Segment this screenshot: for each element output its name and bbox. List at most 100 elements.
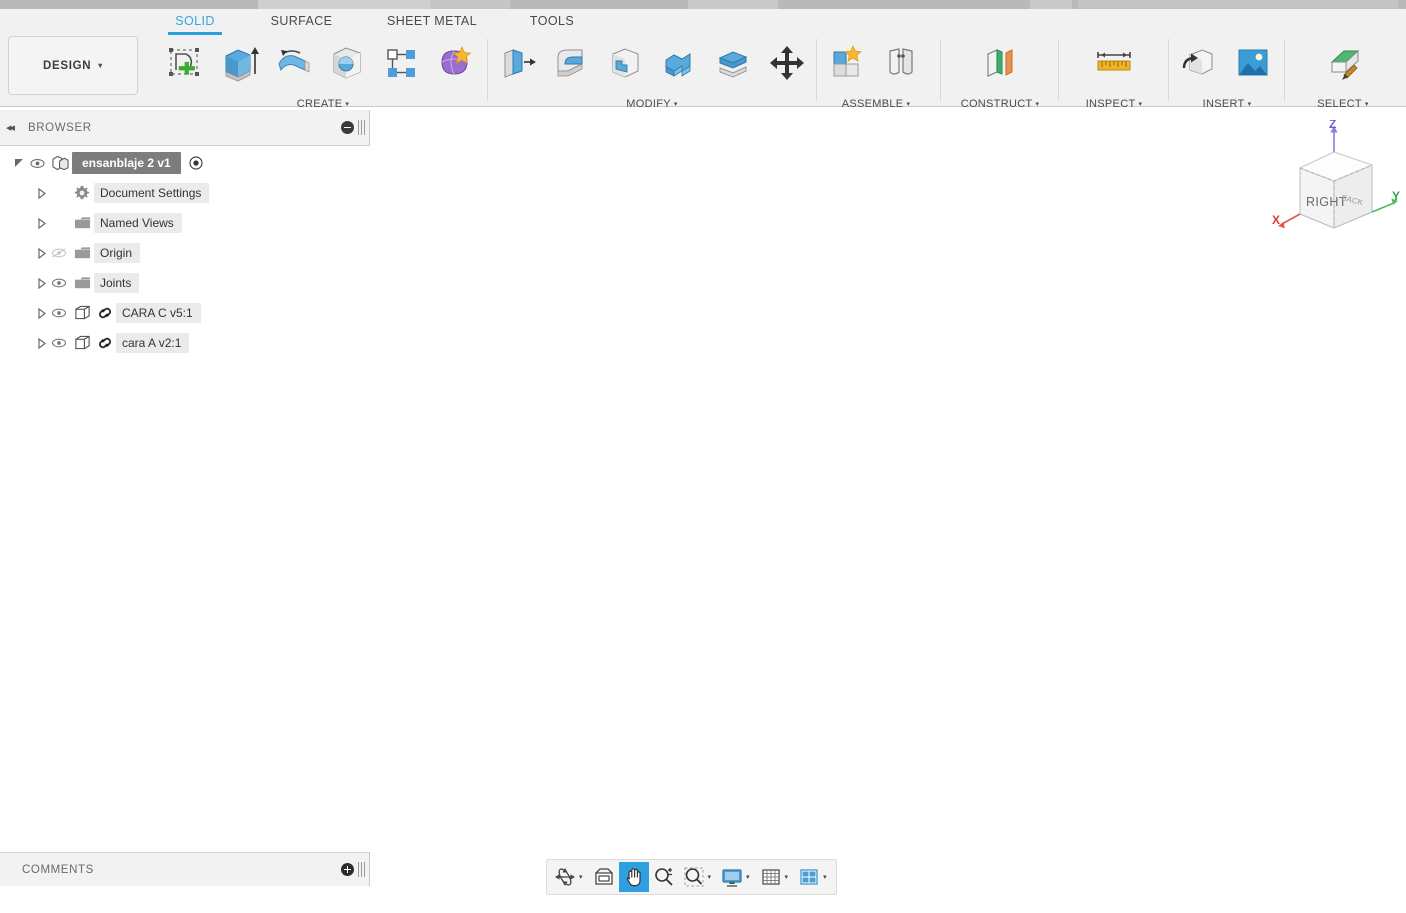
window-chrome-strip bbox=[0, 0, 1406, 9]
circle-minus-icon[interactable] bbox=[341, 121, 354, 134]
tree-row-root[interactable]: ensanblaje 2 v1 bbox=[0, 148, 370, 178]
offset-plane-icon[interactable] bbox=[973, 35, 1027, 91]
chevron-down-icon[interactable]: ▾ bbox=[745, 873, 754, 881]
form-icon[interactable] bbox=[428, 35, 482, 91]
ribbon-toolbar: SOLID SURFACE SHEET METAL TOOLS DESIGN ▾ bbox=[0, 9, 1406, 110]
chevron-down-icon: ▾ bbox=[1035, 101, 1040, 108]
chevron-down-icon: ▾ bbox=[345, 101, 350, 108]
activate-component-icon[interactable] bbox=[185, 156, 207, 170]
chevron-down-icon[interactable]: ▾ bbox=[707, 873, 716, 881]
panel-grip-icon[interactable] bbox=[358, 120, 365, 135]
visibility-eye-off-icon[interactable] bbox=[48, 247, 70, 259]
move-copy-icon[interactable] bbox=[760, 35, 814, 91]
tree-row-named-views[interactable]: Named Views bbox=[0, 208, 370, 238]
ribbon-group-inspect-label[interactable]: INSPECT ▾ bbox=[1062, 98, 1166, 110]
tab-sheet-metal[interactable]: SHEET METAL bbox=[372, 9, 492, 33]
assemble-label: ASSEMBLE bbox=[841, 98, 904, 110]
nav-viewports[interactable]: ▾ bbox=[794, 862, 833, 892]
chevron-down-icon: ▾ bbox=[98, 61, 103, 70]
nav-look-at[interactable] bbox=[589, 862, 619, 892]
display-settings-icon[interactable] bbox=[719, 863, 745, 891]
zoom-fit-icon[interactable] bbox=[681, 863, 707, 891]
browser-title: BROWSER bbox=[28, 121, 92, 134]
combine-icon[interactable] bbox=[652, 35, 706, 91]
ribbon-group-select-label[interactable]: SELECT ▾ bbox=[1288, 98, 1398, 110]
expand-arrow-icon[interactable] bbox=[34, 186, 48, 200]
insert-label: INSERT bbox=[1202, 98, 1245, 110]
extrude-icon[interactable] bbox=[212, 35, 266, 91]
split-face-icon[interactable] bbox=[706, 35, 760, 91]
chevron-down-icon: ▾ bbox=[1364, 101, 1369, 108]
workspace-switcher-button[interactable]: DESIGN ▾ bbox=[8, 36, 138, 95]
browser-tree: ensanblaje 2 v1 Document Settings Named … bbox=[0, 148, 370, 358]
ribbon-group-modify: MODIFY ▾ bbox=[490, 35, 814, 113]
nav-display-settings[interactable]: ▾ bbox=[717, 862, 756, 892]
nav-pan[interactable] bbox=[618, 862, 649, 892]
ribbon-group-construct-label[interactable]: CONSTRUCT ▾ bbox=[944, 98, 1056, 110]
ribbon-group-modify-label[interactable]: MODIFY ▾ bbox=[490, 98, 814, 110]
collapse-left-icon[interactable]: ◂◂ bbox=[6, 121, 22, 134]
nav-grid-snaps[interactable]: ▾ bbox=[756, 862, 795, 892]
chevron-down-icon[interactable]: ▾ bbox=[822, 873, 831, 881]
shell-icon[interactable] bbox=[598, 35, 652, 91]
expand-arrow-icon[interactable] bbox=[34, 336, 48, 350]
pan-hand-icon[interactable] bbox=[621, 863, 647, 891]
visibility-eye-icon[interactable] bbox=[26, 158, 48, 169]
tree-label-document-settings: Document Settings bbox=[94, 183, 210, 203]
grid-icon[interactable] bbox=[758, 863, 784, 891]
expand-arrow-icon[interactable] bbox=[34, 306, 48, 320]
chevron-down-icon[interactable]: ▾ bbox=[578, 873, 587, 881]
select-paint-icon[interactable] bbox=[1316, 35, 1370, 91]
chevron-down-icon: ▾ bbox=[906, 101, 911, 108]
nav-orbit[interactable]: ▾ bbox=[550, 862, 589, 892]
circle-plus-icon[interactable] bbox=[341, 863, 354, 876]
visibility-eye-icon[interactable] bbox=[48, 307, 70, 319]
create-sketch-icon[interactable] bbox=[158, 35, 212, 91]
revolve-icon[interactable] bbox=[266, 35, 320, 91]
ribbon-group-insert-label[interactable]: INSERT ▾ bbox=[1172, 98, 1282, 110]
measure-icon[interactable] bbox=[1087, 35, 1141, 91]
svg-text:Y: Y bbox=[1392, 189, 1400, 203]
expand-arrow-icon[interactable] bbox=[34, 216, 48, 230]
tab-solid[interactable]: SOLID bbox=[160, 9, 230, 35]
ribbon-group-create-label[interactable]: CREATE ▾ bbox=[158, 98, 488, 110]
ribbon-group-assemble-label[interactable]: ASSEMBLE ▾ bbox=[820, 98, 932, 110]
tree-row-cara-c[interactable]: CARA C v5:1 bbox=[0, 298, 370, 328]
fillet-icon[interactable] bbox=[544, 35, 598, 91]
tab-surface[interactable]: SURFACE bbox=[254, 9, 349, 33]
zoom-icon[interactable] bbox=[651, 863, 677, 891]
viewcube[interactable]: RIGHT BACK Z Y X bbox=[1272, 117, 1402, 240]
tree-row-cara-a[interactable]: cara A v2:1 bbox=[0, 328, 370, 358]
pattern-icon[interactable] bbox=[374, 35, 428, 91]
tree-label-cara-a: cara A v2:1 bbox=[116, 333, 190, 353]
svg-text:1000: 1000 bbox=[94, 466, 116, 484]
orbit-icon[interactable] bbox=[552, 863, 578, 891]
nav-zoom[interactable] bbox=[649, 862, 679, 892]
nav-fit[interactable]: ▾ bbox=[679, 862, 718, 892]
tree-row-origin[interactable]: Origin bbox=[0, 238, 370, 268]
ribbon-group-select: SELECT ▾ bbox=[1288, 35, 1398, 113]
tree-label-origin: Origin bbox=[94, 243, 141, 263]
tree-row-joints[interactable]: Joints bbox=[0, 268, 370, 298]
comments-title: COMMENTS bbox=[22, 863, 94, 876]
visibility-eye-icon[interactable] bbox=[48, 337, 70, 349]
expand-arrow-icon[interactable] bbox=[12, 156, 26, 170]
look-at-icon[interactable] bbox=[591, 863, 617, 891]
tree-row-document-settings[interactable]: Document Settings bbox=[0, 178, 370, 208]
visibility-eye-icon[interactable] bbox=[48, 277, 70, 289]
hole-icon[interactable] bbox=[320, 35, 374, 91]
joint-icon[interactable] bbox=[874, 35, 928, 91]
comments-panel-header: COMMENTS bbox=[0, 852, 370, 886]
expand-arrow-icon[interactable] bbox=[34, 276, 48, 290]
insert-canvas-icon[interactable] bbox=[1226, 35, 1280, 91]
chevron-down-icon: ▾ bbox=[1138, 101, 1143, 108]
insert-derive-icon[interactable] bbox=[1172, 35, 1226, 91]
new-component-icon[interactable] bbox=[820, 35, 874, 91]
chevron-down-icon[interactable]: ▾ bbox=[784, 873, 793, 881]
tab-tools[interactable]: TOOLS bbox=[512, 9, 592, 33]
panel-grip-icon[interactable] bbox=[358, 862, 365, 877]
ribbon-group-assemble: ASSEMBLE ▾ bbox=[820, 35, 932, 113]
press-pull-icon[interactable] bbox=[490, 35, 544, 91]
expand-arrow-icon[interactable] bbox=[34, 246, 48, 260]
viewports-icon[interactable] bbox=[796, 863, 822, 891]
